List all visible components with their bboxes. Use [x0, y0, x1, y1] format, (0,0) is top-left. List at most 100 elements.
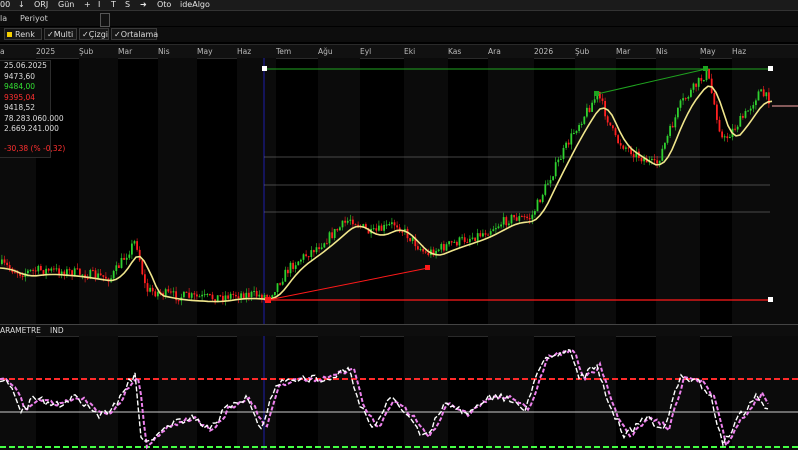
candle-body	[671, 125, 674, 128]
ohlc-info-box: 25.06.2025 9473,60 9484,00 9395,04 9418,…	[0, 60, 65, 158]
candle-body	[484, 233, 487, 235]
orj-button[interactable]: ORJ	[34, 0, 48, 10]
candle-body	[211, 294, 214, 300]
period-row: la Periyot	[0, 11, 798, 26]
candle-body	[562, 147, 565, 159]
top-toolbar: 00 ↓ ORJ Gün + I T S ➜ Oto ideAlgo	[0, 0, 798, 11]
candle-body	[755, 100, 757, 106]
candle-body	[450, 241, 453, 243]
candle-body	[331, 232, 333, 238]
oto-button[interactable]: Oto	[157, 0, 171, 10]
multi-toggle[interactable]: ✓Multi	[44, 28, 77, 40]
candle-body	[14, 272, 16, 274]
candle-body	[341, 220, 344, 228]
candle-body	[349, 219, 352, 221]
candle-body	[526, 216, 528, 219]
month-band	[237, 58, 276, 324]
candle-body	[476, 233, 479, 241]
candle-body	[123, 257, 125, 260]
price-chart[interactable]	[0, 58, 798, 324]
month-label: Şub	[575, 47, 590, 56]
month-label: Tem	[276, 47, 292, 56]
candle-body	[757, 91, 760, 101]
candle-body	[297, 261, 300, 266]
candle-body	[713, 93, 716, 105]
candle-body	[198, 296, 201, 298]
candle-body	[167, 289, 170, 292]
parameter-label[interactable]: ARAMETRE	[0, 325, 41, 336]
candle-body	[318, 247, 320, 249]
candle-body	[50, 268, 53, 271]
candle-body	[190, 293, 193, 298]
candle-body	[651, 158, 653, 161]
add-button[interactable]: +	[84, 0, 91, 10]
candle-body	[154, 291, 157, 297]
candle-body	[151, 287, 154, 292]
indicator-chart[interactable]	[0, 336, 798, 450]
candle-body	[120, 257, 123, 268]
cizgi-toggle[interactable]: ✓Çizgi	[79, 28, 109, 40]
month-bands	[0, 58, 798, 324]
candle-body	[255, 290, 258, 297]
download-icon[interactable]: ↓	[18, 0, 25, 10]
month-band	[79, 336, 118, 450]
info-close: 9418,52	[4, 103, 36, 112]
candle-body	[391, 222, 393, 225]
candle-body	[1, 259, 3, 264]
candle-body	[765, 92, 768, 97]
candle-body	[500, 224, 502, 227]
candle-body	[573, 133, 575, 135]
candle-body	[684, 98, 687, 100]
info-amount: 2.669.241.000	[4, 124, 59, 133]
i-button[interactable]: I	[98, 0, 100, 10]
ortalama-toggle[interactable]: ✓Ortalama	[111, 28, 158, 40]
candle-body	[229, 293, 232, 299]
arrow-icon[interactable]: ➜	[140, 0, 147, 10]
candle-body	[456, 241, 458, 246]
candle-body	[674, 117, 677, 128]
candle-body	[227, 295, 229, 299]
candle-body	[138, 249, 141, 261]
candle-body	[188, 292, 190, 298]
candle-body	[266, 295, 268, 297]
candle-body	[718, 119, 721, 132]
renk-toggle[interactable]: Renk	[4, 28, 42, 40]
candle-body	[528, 218, 531, 220]
candle-body	[385, 224, 388, 226]
level-handle[interactable]	[262, 66, 267, 71]
candle-body	[136, 241, 138, 250]
candle-body	[554, 162, 557, 177]
candle-body	[253, 290, 255, 292]
indicator-name[interactable]: IND	[50, 325, 64, 336]
candle-body	[591, 102, 593, 112]
trendline-handle[interactable]	[265, 297, 271, 303]
level-handle[interactable]	[768, 297, 773, 302]
candle-body	[344, 220, 346, 223]
month-label: Eyl	[360, 47, 372, 56]
candle-body	[669, 125, 671, 136]
candle-body	[492, 229, 495, 232]
candle-body	[487, 234, 489, 236]
period-dropdown[interactable]	[100, 13, 110, 27]
t-button[interactable]: T	[111, 0, 116, 10]
candle-body	[292, 262, 294, 269]
candle-body	[3, 259, 6, 263]
candle-body	[508, 223, 510, 226]
candle-body	[588, 107, 591, 112]
s-button[interactable]: S	[125, 0, 130, 10]
month-label: Haz	[237, 47, 252, 56]
candle-body	[326, 243, 328, 245]
candle-body	[144, 274, 146, 284]
level-handle[interactable]	[768, 66, 773, 71]
period-button[interactable]: Gün	[58, 0, 74, 10]
candle-body	[682, 98, 684, 101]
candle-body	[354, 224, 357, 226]
idealgo-button[interactable]: ideAlgo	[180, 0, 210, 10]
trendline-handle[interactable]	[703, 66, 708, 71]
candle-body	[744, 111, 747, 118]
candle-body	[549, 180, 552, 184]
candle-body	[47, 268, 50, 271]
candle-body	[560, 158, 562, 160]
trendline-handle[interactable]	[594, 91, 599, 96]
trendline-handle[interactable]	[425, 265, 430, 270]
